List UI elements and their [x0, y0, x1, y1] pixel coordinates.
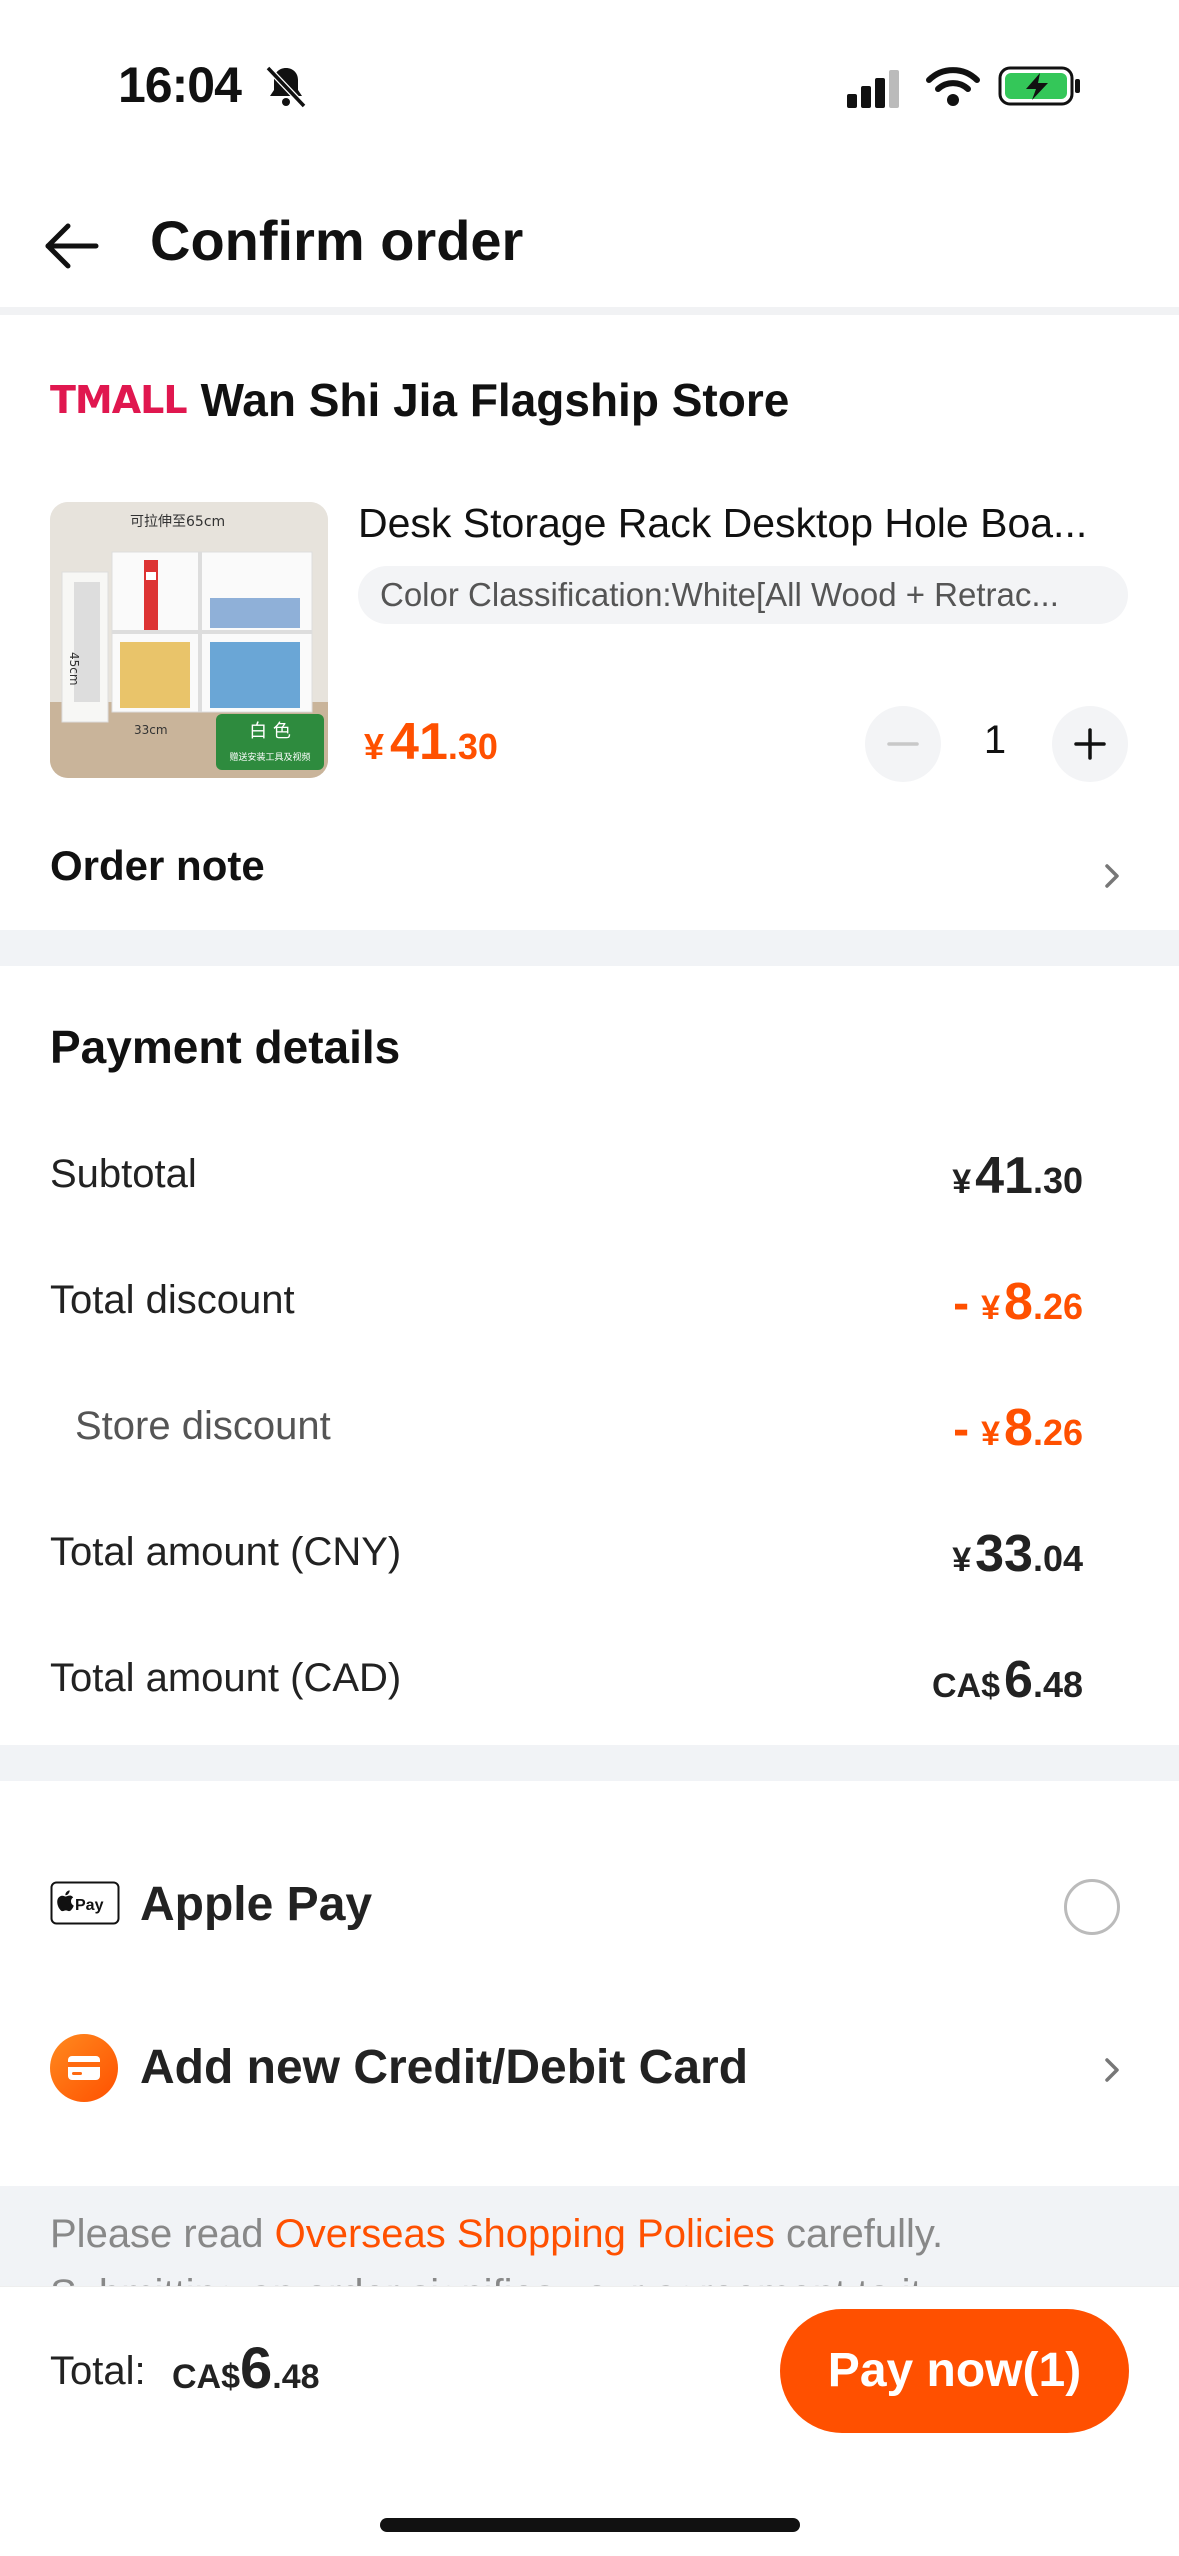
subtotal-dec: .30 [1032, 1160, 1083, 1201]
subtotal-int: 41 [975, 1147, 1033, 1205]
section-divider [0, 1745, 1179, 1781]
total-discount-currency: ¥ [981, 1289, 1001, 1327]
product-title[interactable]: Desk Storage Rack Desktop Hole Boa... [358, 500, 1128, 547]
total-discount-sign: - [953, 1277, 970, 1330]
image-badge-title: 白 色 [249, 721, 291, 742]
total-cny-int: 33 [975, 1525, 1033, 1583]
header-divider [0, 307, 1179, 315]
total-cny-currency: ¥ [952, 1541, 972, 1579]
total-int: 6 [240, 2336, 273, 2401]
total-cny-label: Total amount (CNY) [50, 1530, 402, 1574]
price-currency: ¥ [364, 726, 385, 767]
add-card-option[interactable]: Add new Credit/Debit Card [0, 2018, 1179, 2118]
product-price: ¥41.30 [364, 712, 498, 772]
total-cad-label: Total amount (CAD) [50, 1656, 402, 1700]
subtotal-value: ¥41.30 [952, 1146, 1083, 1206]
order-note-row[interactable]: Order note [0, 830, 1179, 930]
pay-now-button[interactable]: Pay now(1) [780, 2309, 1129, 2433]
policy-prefix: Please read [50, 2212, 275, 2256]
wifi-icon [926, 67, 980, 106]
order-note-label: Order note [50, 842, 265, 889]
total-currency: CA$ [172, 2358, 241, 2396]
apple-pay-label: Apple Pay [140, 1878, 373, 1931]
store-discount-sign: - [953, 1403, 970, 1456]
total-cad-value: CA$6.48 [932, 1650, 1083, 1710]
total-discount-dec: .26 [1032, 1286, 1083, 1327]
total-discount-value: - ¥8.26 [953, 1272, 1083, 1332]
price-dec: .30 [447, 726, 498, 767]
price-int: 41 [390, 713, 448, 771]
status-time: 16:04 [118, 57, 242, 113]
image-text-top: 可拉伸至65cm [130, 514, 225, 530]
back-arrow-icon[interactable] [40, 214, 104, 278]
apple-pay-radio[interactable] [1064, 1879, 1120, 1935]
image-text-bottom: 33cm [134, 723, 168, 737]
total-cny-dec: .04 [1032, 1538, 1083, 1579]
battery-charging-icon [998, 66, 1080, 106]
policy-notice: Please read Overseas Shopping Policies c… [0, 2186, 1179, 2286]
plus-icon [1074, 728, 1106, 760]
total-cad-currency: CA$ [932, 1667, 1001, 1705]
quantity-value[interactable]: 1 [965, 718, 1025, 763]
store-header[interactable]: TMALL Wan Shi Jia Flagship Store [50, 365, 789, 435]
payment-details-title: Payment details [50, 1021, 401, 1073]
store-discount-label: Store discount [75, 1404, 331, 1448]
product-photo: 白 色 赠送安装工具及视频 可拉伸至65cm 45cm 33cm [50, 502, 328, 778]
total-cny-value: ¥33.04 [952, 1524, 1083, 1584]
signal-icon [847, 70, 899, 108]
total-cad-dec: .48 [1032, 1664, 1083, 1705]
apple-pay-option[interactable]: Pay Apple Pay [0, 1855, 1179, 1955]
apple-pay-icon: Pay [50, 1881, 120, 1925]
header: Confirm order [0, 190, 1179, 310]
total-label: Total: [50, 2349, 146, 2393]
checkout-bar: Total: CA$6.48 Pay now(1) [0, 2286, 1179, 2556]
store-discount-int: 8 [1004, 1399, 1033, 1457]
store-discount-value: - ¥8.26 [953, 1398, 1083, 1458]
home-indicator[interactable] [380, 2518, 800, 2532]
policy-text: Please read Overseas Shopping Policies c… [50, 2212, 943, 2257]
bell-muted-icon [265, 65, 307, 109]
page-title: Confirm order [150, 209, 524, 272]
image-badge-sub: 赠送安装工具及视频 [229, 751, 310, 763]
quantity-increase-button[interactable] [1052, 706, 1128, 782]
total-discount-int: 8 [1004, 1273, 1033, 1331]
product-image[interactable]: 白 色 赠送安装工具及视频 可拉伸至65cm 45cm 33cm [50, 502, 328, 778]
apple-pay-icon-text: Pay [75, 1897, 104, 1914]
total-discount-label: Total discount [50, 1278, 295, 1322]
store-name[interactable]: Wan Shi Jia Flagship Store [201, 373, 790, 427]
tmall-logo: TMALL [50, 378, 188, 422]
quantity-decrease-button[interactable] [865, 706, 941, 782]
store-discount-currency: ¥ [981, 1415, 1001, 1453]
credit-card-icon [50, 2034, 118, 2102]
status-bar: 16:04 [0, 0, 1179, 160]
chevron-right-icon [1105, 864, 1119, 888]
policy-suffix: carefully. [774, 2212, 944, 2256]
subtotal-currency: ¥ [952, 1163, 972, 1201]
subtotal-label: Subtotal [50, 1152, 197, 1196]
image-text-left: 45cm [67, 652, 81, 686]
product-variant[interactable]: Color Classification:White[All Wood + Re… [358, 566, 1128, 624]
total-cad-int: 6 [1004, 1651, 1033, 1709]
policy-text-line2: Submitting an order signifies your agree… [50, 2272, 955, 2286]
store-discount-dec: .26 [1032, 1412, 1083, 1453]
minus-icon [887, 742, 919, 746]
overseas-policies-link[interactable]: Overseas Shopping Policies [275, 2212, 775, 2256]
add-card-label: Add new Credit/Debit Card [140, 2041, 749, 2094]
total-value: CA$6.48 [172, 2335, 320, 2402]
chevron-right-icon [1105, 2058, 1119, 2082]
section-divider [0, 930, 1179, 966]
total-dec: .48 [272, 2358, 320, 2396]
